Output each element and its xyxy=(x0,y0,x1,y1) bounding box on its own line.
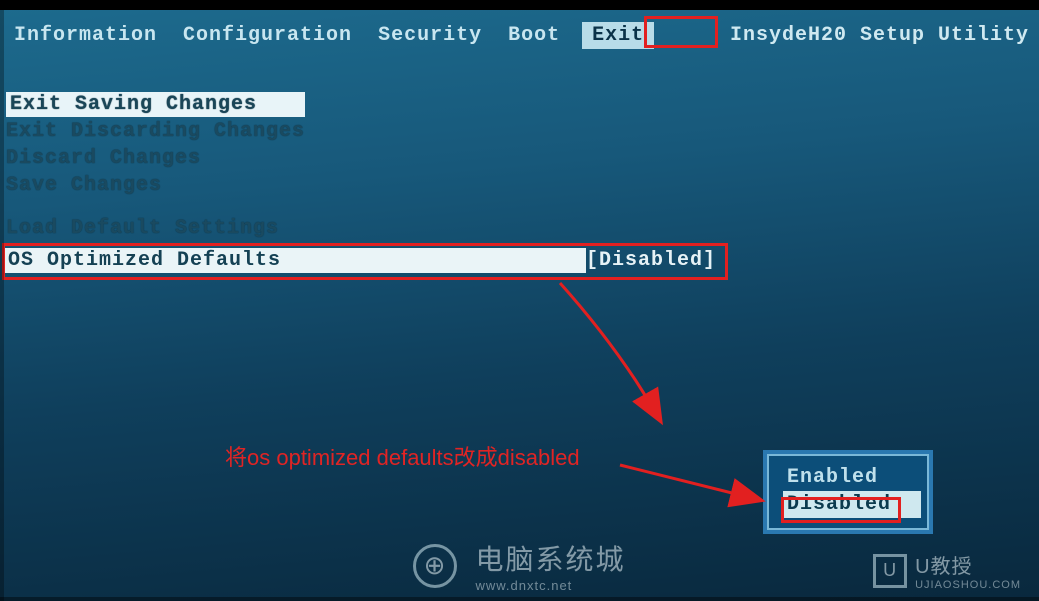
watermark-right-icon: U xyxy=(873,554,907,588)
menu-boot[interactable]: Boot xyxy=(504,22,564,49)
row-os-optimized-defaults[interactable]: OS Optimized Defaults [Disabled] xyxy=(4,248,724,273)
frame-edge xyxy=(0,0,4,601)
watermark-right-text: U教授 UJIAOSHOU.COM xyxy=(915,550,1021,591)
watermark-right-label: U教授 xyxy=(915,550,1021,579)
menu-information[interactable]: Information xyxy=(10,22,161,49)
row-value: [Disabled] xyxy=(586,249,724,272)
menu-configuration[interactable]: Configuration xyxy=(179,22,356,49)
watermark-title: 电脑系统城 xyxy=(475,538,625,578)
watermark-right: U U教授 UJIAOSHOU.COM xyxy=(873,550,1021,591)
value-popup[interactable]: Enabled Disabled xyxy=(763,450,933,534)
menu-bar: Information Configuration Security Boot … xyxy=(10,22,1029,49)
watermark-center: 电脑系统城 www.dnxtc.net xyxy=(475,538,625,593)
list-gap xyxy=(6,200,305,214)
row-label: OS Optimized Defaults xyxy=(4,248,586,273)
popup-option-enabled[interactable]: Enabled xyxy=(783,464,921,491)
watermark: ⊕ 电脑系统城 www.dnxtc.net U U教授 UJIAOSHOU.CO… xyxy=(0,538,1039,593)
opt-load-defaults[interactable]: Load Default Settings xyxy=(6,216,305,241)
menu-security[interactable]: Security xyxy=(374,22,486,49)
watermark-logo-icon: ⊕ xyxy=(413,544,457,588)
frame-edge xyxy=(0,597,1039,601)
opt-exit-saving[interactable]: Exit Saving Changes xyxy=(6,92,305,117)
exit-options-list: Exit Saving Changes Exit Discarding Chan… xyxy=(6,92,305,241)
opt-save-changes[interactable]: Save Changes xyxy=(6,173,305,198)
bios-brand: InsydeH20 Setup Utility xyxy=(730,24,1029,47)
watermark-sub: www.dnxtc.net xyxy=(475,578,625,593)
frame-edge xyxy=(0,0,1039,10)
watermark-right-sub: UJIAOSHOU.COM xyxy=(915,579,1021,591)
annotation-text: 将os optimized defaults改成disabled xyxy=(225,440,580,472)
opt-exit-discarding[interactable]: Exit Discarding Changes xyxy=(6,119,305,144)
menu-exit[interactable]: Exit xyxy=(582,22,654,49)
opt-discard-changes[interactable]: Discard Changes xyxy=(6,146,305,171)
bios-screen: Information Configuration Security Boot … xyxy=(0,0,1039,601)
popup-option-disabled[interactable]: Disabled xyxy=(783,491,921,518)
